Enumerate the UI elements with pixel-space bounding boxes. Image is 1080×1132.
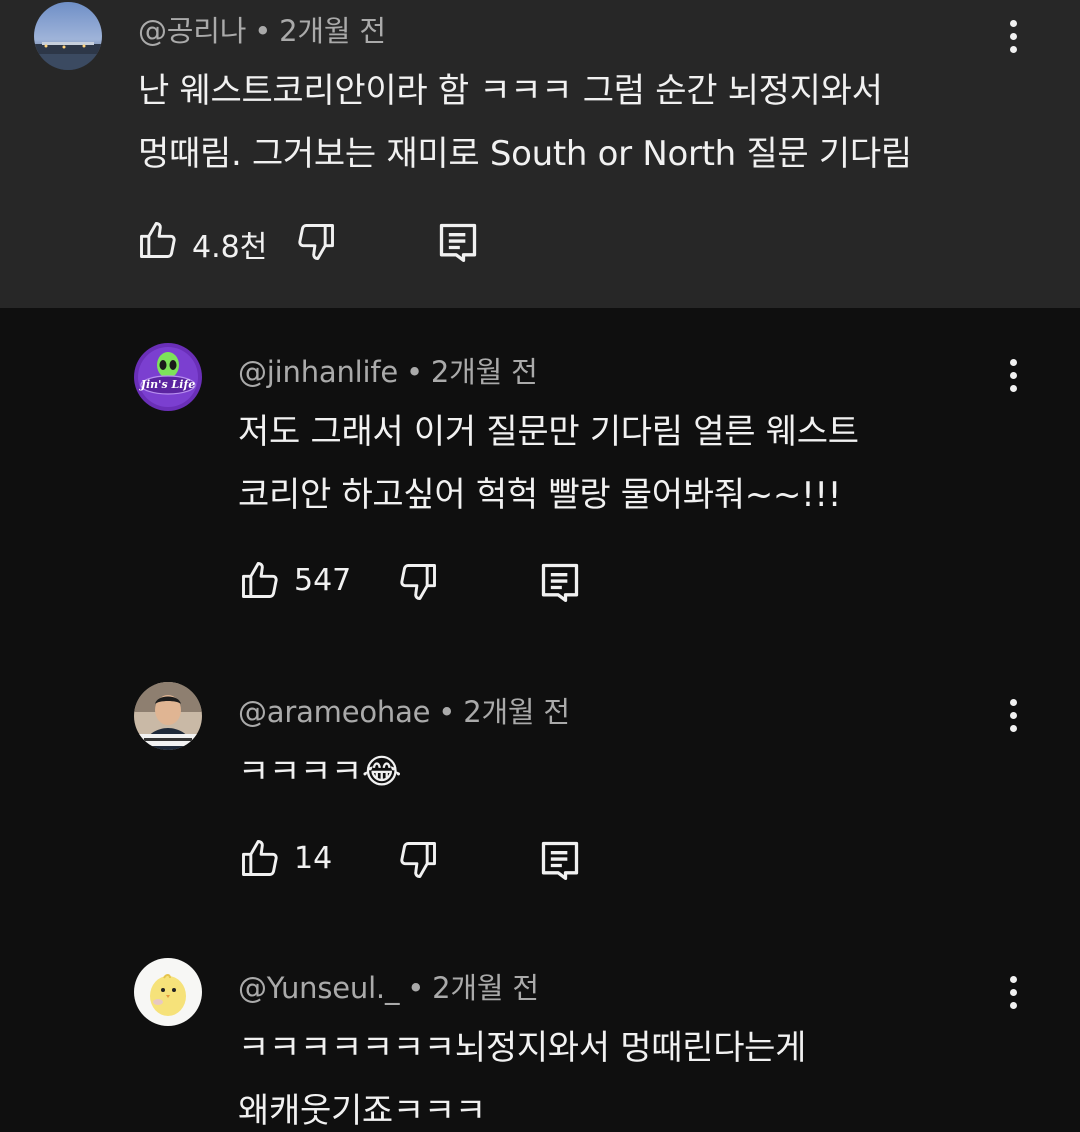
- comment-time[interactable]: 2개월 전: [431, 355, 538, 389]
- chick-avatar-icon: [134, 958, 202, 1026]
- comment-time[interactable]: 2개월 전: [463, 695, 570, 729]
- like-count: 547: [294, 563, 352, 598]
- avatar[interactable]: [134, 958, 202, 1026]
- avatar[interactable]: [34, 2, 102, 70]
- more-vert-icon[interactable]: [993, 11, 1033, 61]
- reply-icon[interactable]: [436, 220, 480, 264]
- meta-separator: •: [406, 355, 423, 389]
- thumbs-up-icon[interactable]: [238, 836, 282, 880]
- thumbs-down-icon[interactable]: [396, 838, 440, 882]
- more-vert-icon[interactable]: [993, 690, 1033, 740]
- comment-text-line: 저도 그래서 이거 질문만 기다림 얼른 웨스트: [238, 412, 859, 452]
- comment-time[interactable]: 2개월 전: [432, 971, 539, 1005]
- comment-text-line: 난 웨스트코리안이라 함 ㅋㅋㅋ 그럼 순간 뇌정지와서: [138, 71, 883, 111]
- night-city-avatar-icon: [34, 2, 102, 70]
- comment-actions: 4.8천: [136, 216, 536, 266]
- comment-time[interactable]: 2개월 전: [279, 14, 386, 48]
- thumbs-up-icon[interactable]: [238, 558, 282, 602]
- comment-meta: @공리나 • 2개월 전: [138, 8, 386, 50]
- alien-avatar-icon: Jin's Life: [134, 343, 202, 411]
- thumbs-down-icon[interactable]: [294, 220, 338, 264]
- meta-separator: •: [438, 695, 456, 729]
- meta-separator: •: [254, 14, 272, 48]
- thumbs-down-icon[interactable]: [396, 560, 440, 604]
- thumbs-up-icon[interactable]: [136, 218, 180, 262]
- reply-icon[interactable]: [538, 560, 582, 604]
- meta-separator: •: [407, 971, 425, 1005]
- comment-actions: 547: [238, 556, 638, 606]
- comment-text-line: ㅋㅋㅋㅋ😂: [238, 752, 402, 792]
- avatar[interactable]: [134, 682, 202, 750]
- comment-meta: @jinhanlife • 2개월 전: [238, 349, 538, 391]
- comment-author[interactable]: @jinhanlife: [238, 355, 398, 389]
- comment-author[interactable]: @Yunseul._: [238, 971, 399, 1005]
- comment-text-line: 왜캐웃기죠ㅋㅋㅋ: [238, 1091, 486, 1131]
- comment-meta: @arameohae • 2개월 전: [238, 689, 570, 731]
- person-avatar-icon: [134, 682, 202, 750]
- avatar-label: Jin's Life: [139, 378, 195, 391]
- comment-actions: 14: [238, 834, 638, 884]
- more-vert-icon[interactable]: [993, 967, 1033, 1017]
- more-vert-icon[interactable]: [993, 350, 1033, 400]
- comment-meta: @Yunseul._ • 2개월 전: [238, 965, 539, 1007]
- comment-text-line: 멍때림. 그거보는 재미로 South or North 질문 기다림: [138, 134, 912, 174]
- reply-icon[interactable]: [538, 838, 582, 882]
- comment-text-line: ㅋㅋㅋㅋㅋㅋㅋ뇌정지와서 멍때린다는게: [238, 1028, 807, 1068]
- like-count: 4.8천: [192, 230, 268, 265]
- comment-text-line: 코리안 하고싶어 헉헉 빨랑 물어봐줘~~!!!: [238, 475, 842, 515]
- avatar[interactable]: Jin's Life: [134, 343, 202, 411]
- comment-author[interactable]: @arameohae: [238, 695, 430, 729]
- like-count: 14: [294, 841, 333, 876]
- comment-author[interactable]: @공리나: [138, 14, 246, 48]
